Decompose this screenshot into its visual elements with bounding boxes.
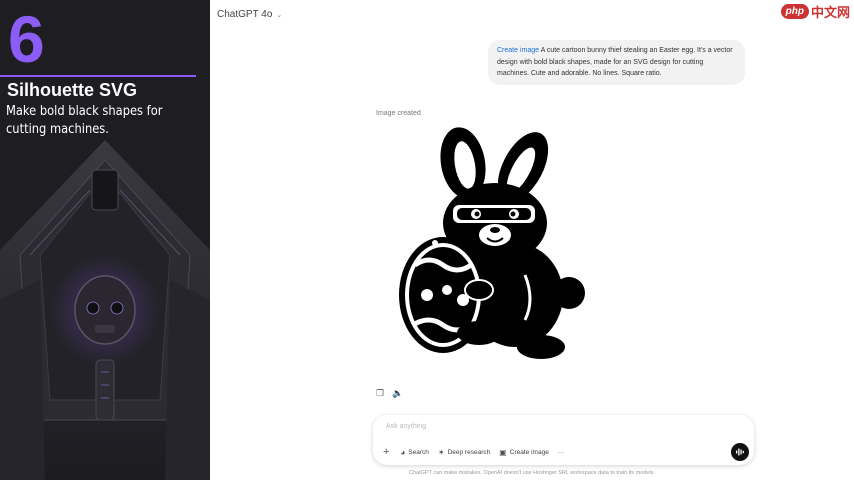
create-image-label: Create image (509, 448, 549, 456)
promo-title: Silhouette SVG (7, 80, 138, 100)
promo-panel: 6 Silhouette SVG Make bold black shapes … (0, 0, 210, 480)
watermark-logo: php 中文网 (780, 2, 850, 20)
chevron-down-icon: ⌄ (276, 11, 283, 19)
user-message: Create image A cute cartoon bunny thief … (488, 40, 745, 85)
title-divider (0, 75, 196, 77)
image-created-label: Image created (376, 110, 421, 117)
model-selector[interactable]: ChatGPT 4o ⌄ (213, 7, 286, 22)
disclaimer-text: ChatGPT can make mistakes. OpenAI doesn'… (409, 470, 655, 476)
chat-main: ChatGPT 4o ⌄ php 中文网 Create image A cute… (210, 0, 854, 480)
waveform-icon (736, 448, 744, 456)
speaker-icon[interactable]: 🔈 (392, 388, 403, 398)
search-button[interactable]: ◕ Search (400, 448, 428, 457)
chat-composer: Ask anything + ◕ Search ✶ Deep research … (373, 415, 754, 465)
generated-bunny-image[interactable] (375, 125, 613, 365)
voice-mode-button[interactable] (731, 443, 749, 461)
plus-icon[interactable]: + (383, 446, 389, 458)
php-logo-text: 中文网 (810, 4, 850, 20)
prompt-input[interactable]: Ask anything (386, 423, 426, 430)
php-logo: php (780, 3, 809, 19)
model-label: ChatGPT 4o (217, 9, 273, 20)
step-number: 6 (8, 2, 45, 76)
copy-icon[interactable]: ❐ (376, 388, 386, 398)
create-image-button[interactable]: ▣ Create image (499, 448, 549, 457)
composer-toolbar: + ◕ Search ✶ Deep research ▣ Create imag… (383, 446, 564, 458)
globe-icon: ◕ (400, 447, 406, 457)
message-actions: ❐ 🔈 (376, 388, 403, 398)
create-image-tag[interactable]: Create image (497, 47, 539, 54)
promo-subtitle: Make bold black shapes for cutting machi… (6, 103, 163, 137)
more-tools-button[interactable]: ··· (558, 449, 565, 456)
image-icon: ▣ (499, 447, 507, 457)
search-label: Search (408, 448, 429, 456)
telescope-icon: ✶ (437, 447, 445, 457)
deep-research-label: Deep research (447, 448, 491, 456)
deep-research-button[interactable]: ✶ Deep research (438, 448, 490, 457)
